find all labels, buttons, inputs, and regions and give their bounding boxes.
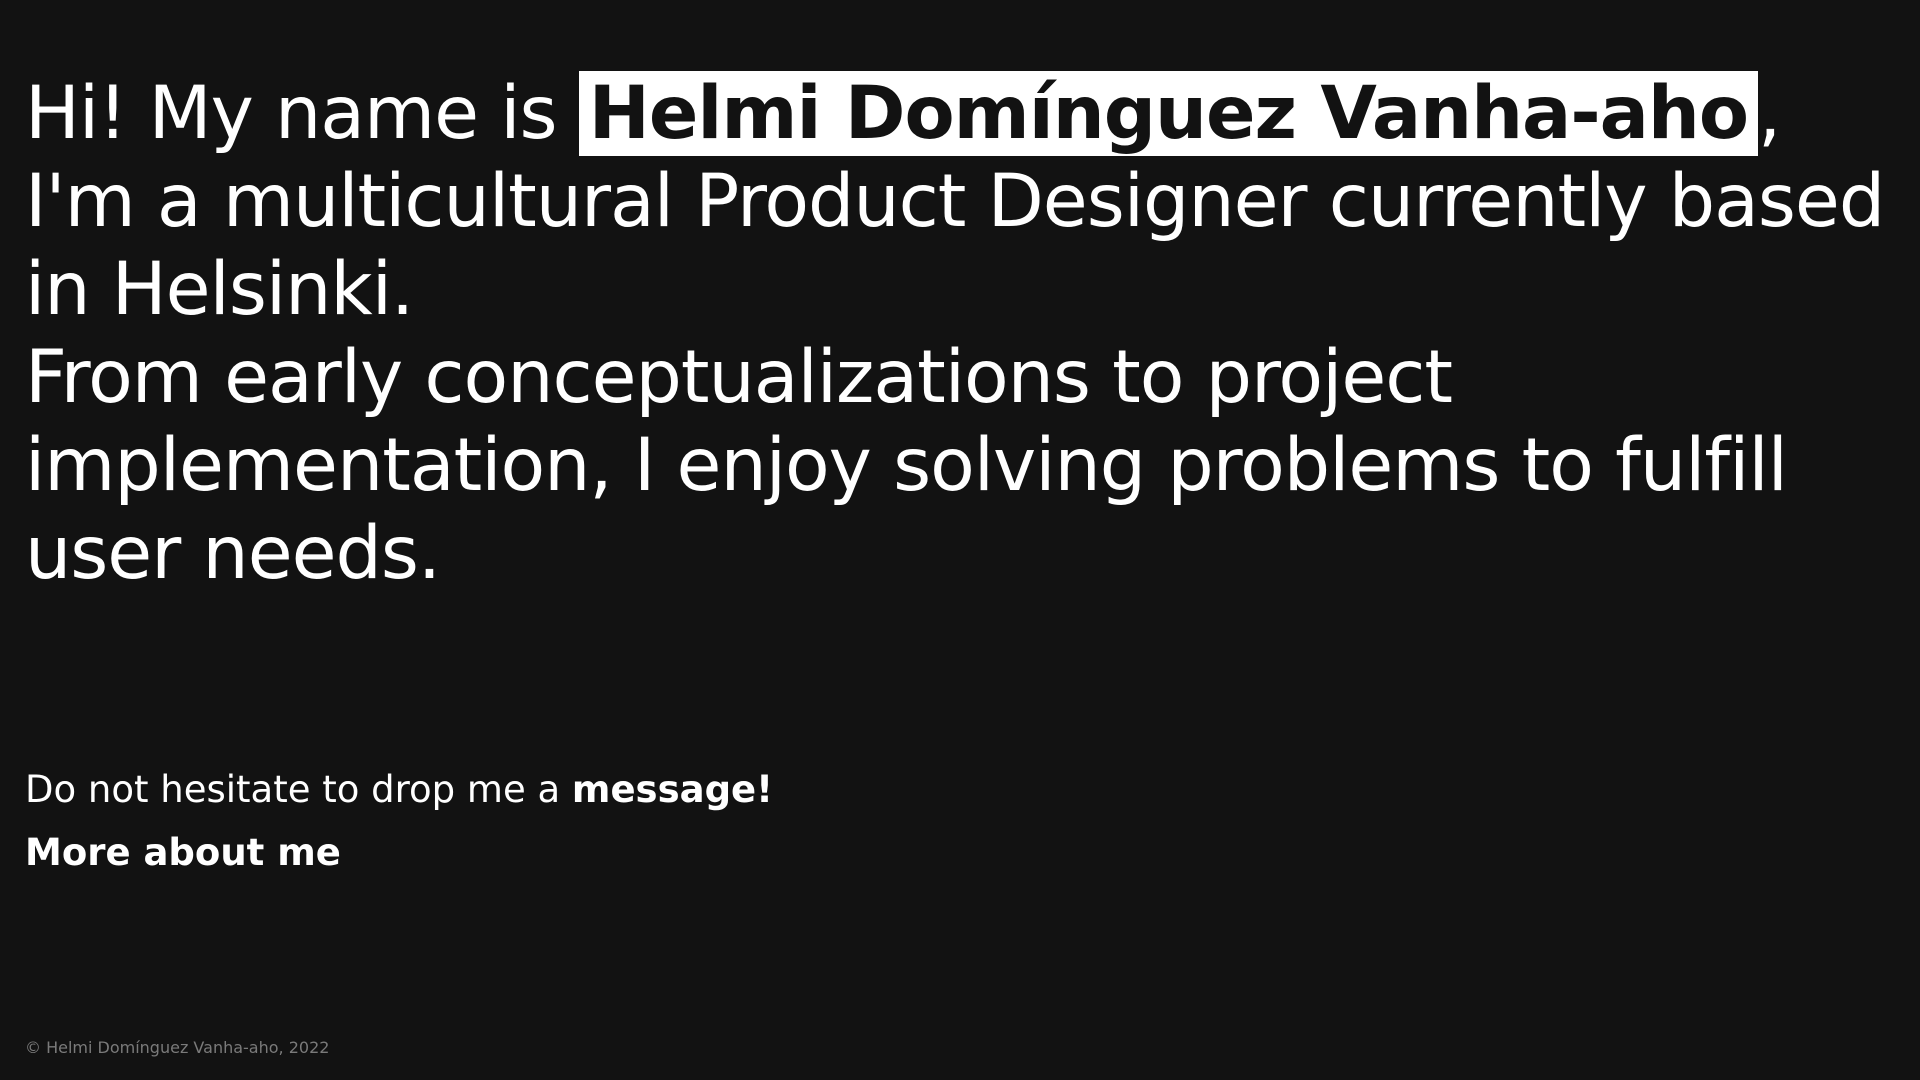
message-link[interactable]: message! — [572, 768, 773, 811]
footer-copyright: © Helmi Domínguez Vanha-aho, 2022 — [25, 1038, 330, 1057]
contact-line: Do not hesitate to drop me a message! — [25, 765, 773, 815]
greeting-text: Hi! My name is — [25, 71, 579, 156]
intro-line-2: I'm a multicultural Product Designer cur… — [25, 159, 1885, 244]
intro-line-1: Hi! My name is Helmi Domínguez Vanha-aho… — [25, 70, 1885, 158]
page: Hi! My name is Helmi Domínguez Vanha-aho… — [0, 0, 1920, 1080]
intro-line-5: implementation, I enjoy solving problems… — [25, 423, 1788, 508]
more-about-me-link[interactable]: More about me — [25, 828, 341, 878]
intro-heading: Hi! My name is Helmi Domínguez Vanha-aho… — [25, 70, 1885, 598]
contact-prefix: Do not hesitate to drop me a — [25, 768, 572, 811]
highlighted-name: Helmi Domínguez Vanha-aho — [578, 71, 1758, 156]
intro-line-3: in Helsinki. — [25, 247, 414, 332]
name-comma: , — [1758, 71, 1781, 156]
intro-line-6: user needs. — [25, 511, 441, 596]
intro-line-4: From early conceptualizations to project — [25, 335, 1453, 420]
